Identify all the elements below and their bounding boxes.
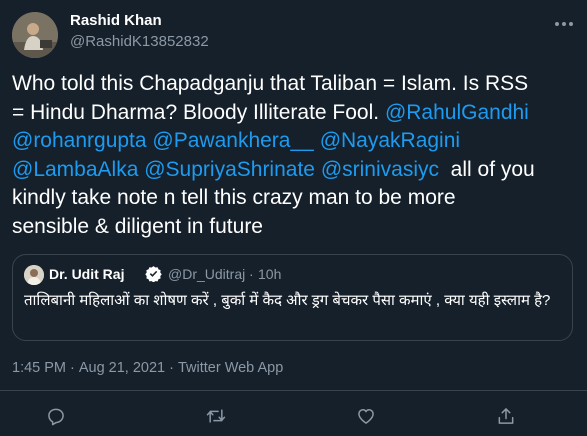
quoted-tweet-text: तालिबानी महिलाओं का शोषण करें , बुर्का म… — [24, 292, 551, 309]
tweet-time[interactable]: 1:45 PM — [12, 360, 66, 376]
mention-link[interactable]: @srinivasiyc — [321, 158, 439, 181]
tweet-text-line: Who told this Chapadganju that Taliban =… — [12, 72, 529, 95]
tweet-text-line: sensible & diligent in future — [12, 214, 263, 238]
quoted-avatar — [24, 265, 44, 285]
tweet-text-line: = Hindu Dharma? Bloody Illiterate Fool. — [12, 100, 385, 124]
author-handle[interactable]: @RashidK13852832 — [70, 33, 209, 50]
verified-badge-icon — [145, 266, 162, 282]
tweet-text-line: all of you — [439, 157, 535, 181]
like-button[interactable] — [354, 404, 378, 428]
share-icon — [498, 408, 514, 424]
mention-link[interactable]: @SupriyaShrinate — [144, 158, 315, 181]
quoted-author-handle: @Dr_Uditraj — [168, 266, 246, 282]
quoted-separator: · — [249, 266, 254, 282]
retweet-button[interactable] — [204, 404, 228, 428]
tweet-date[interactable]: Aug 21, 2021 — [79, 360, 165, 376]
quoted-author-name: Dr. Udit Raj — [49, 266, 125, 282]
share-button[interactable] — [494, 404, 518, 428]
more-horizontal-icon — [555, 22, 573, 26]
tweet-text: Who told this Chapadganju that Taliban =… — [12, 70, 580, 242]
meta-separator: · — [70, 360, 75, 376]
more-options-button[interactable] — [552, 14, 576, 34]
tweet-meta: 1:45 PM · Aug 21, 2021 · Twitter Web App — [12, 360, 283, 376]
quoted-tweet[interactable]: Dr. Udit Raj @Dr_Uditraj · 10h तालिबानी … — [12, 254, 573, 341]
author-name[interactable]: Rashid Khan — [70, 12, 162, 29]
mention-link[interactable]: @RahulGandhi — [385, 101, 529, 124]
tweet-text-line: kindly take note n tell this crazy man t… — [12, 186, 456, 210]
reply-icon — [48, 408, 64, 426]
tweet-source[interactable]: Twitter Web App — [178, 360, 283, 376]
avatar[interactable] — [12, 12, 58, 58]
mention-link[interactable]: @Pawankhera__ — [152, 129, 313, 152]
divider — [0, 390, 587, 391]
reply-button[interactable] — [44, 404, 68, 428]
mention-link[interactable]: @rohanrgupta — [12, 129, 147, 152]
like-icon — [358, 409, 374, 424]
retweet-icon — [206, 409, 226, 423]
mention-link[interactable]: @NayakRagini — [320, 129, 460, 152]
mention-link[interactable]: @LambaAlka — [12, 158, 138, 181]
meta-separator: · — [169, 360, 174, 376]
quoted-timestamp: 10h — [258, 266, 282, 282]
